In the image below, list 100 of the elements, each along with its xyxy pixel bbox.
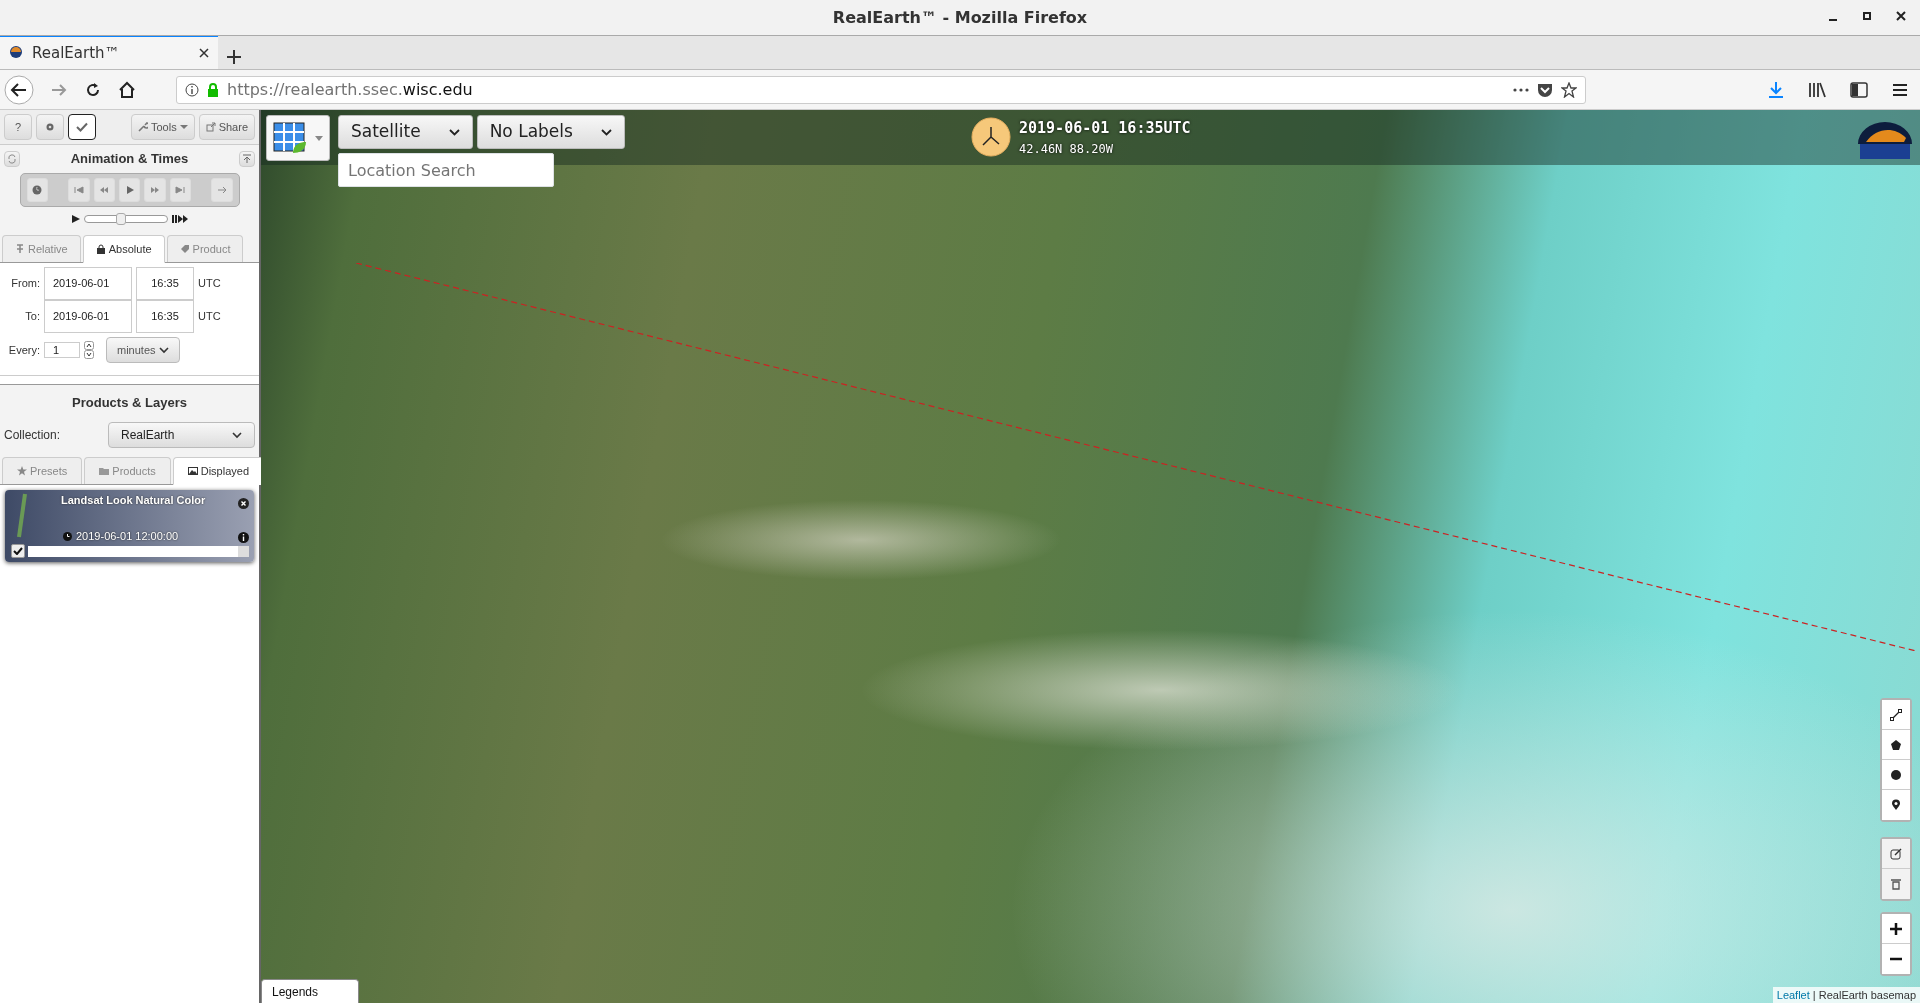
toolbar-toggle-button[interactable]: [68, 114, 96, 140]
grid-icon: [273, 122, 307, 154]
layer-picker-button[interactable]: [266, 115, 330, 161]
lock-icon: [207, 82, 219, 97]
map-datetime: 2019-06-01 16:35UTC: [1019, 118, 1191, 139]
caret-icon: [315, 135, 323, 141]
circle-icon: [1890, 768, 1902, 781]
labels-dropdown[interactable]: No Labels: [476, 115, 625, 149]
interval-field[interactable]: 1: [44, 342, 80, 358]
basemap-dropdown[interactable]: Satellite: [338, 115, 473, 149]
chevron-down-icon: [600, 128, 612, 136]
legends-tab[interactable]: Legends: [261, 979, 359, 1003]
marker-icon: [1890, 799, 1902, 811]
layer-card[interactable]: Landsat Look Natural Color 2019-06-01 12:00:00: [5, 490, 254, 562]
play-icon: [124, 184, 135, 195]
new-tab-icon[interactable]: [226, 49, 242, 65]
menu-icon[interactable]: [1892, 81, 1908, 98]
toolbar-toggle-button[interactable]: ?: [4, 114, 32, 140]
field-label: Collection:: [4, 426, 62, 444]
layer-name: Landsat Look Natural Color: [61, 493, 206, 508]
tab[interactable]: Absolute: [82, 234, 165, 263]
location-search-field[interactable]: Location Search: [338, 153, 554, 187]
chevron-down-icon: [232, 430, 242, 439]
plus-icon: [1889, 921, 1903, 936]
tag-icon: [179, 243, 190, 254]
folder-icon: [99, 465, 110, 476]
rewind-button[interactable]: [93, 177, 115, 202]
clock-button[interactable]: [26, 177, 48, 202]
layer-thumbnail: [15, 493, 29, 539]
address-bar[interactable]: https://realearth.ssec.wisc.edu: [176, 75, 1586, 104]
sidebar-icon[interactable]: [1850, 81, 1868, 98]
map-coordinates: 42.46N 88.20W: [1019, 140, 1114, 158]
edit-button[interactable]: [1882, 839, 1910, 869]
trash-button[interactable]: [1882, 869, 1910, 899]
zoom-in-button[interactable]: [1882, 914, 1910, 944]
fast-forward-icon: [149, 184, 160, 195]
field-label: Every:: [7, 342, 40, 358]
back-icon[interactable]: [4, 74, 34, 105]
sync-icon: [7, 153, 17, 164]
layer-checkbox[interactable]: [11, 544, 25, 558]
arrow-right-icon: [216, 184, 227, 195]
window-title: RealEarth™ - Mozilla Firefox: [832, 6, 1088, 29]
download-icon[interactable]: [1768, 80, 1784, 99]
star-icon[interactable]: [1561, 81, 1577, 98]
tools-button[interactable]: Tools: [130, 114, 195, 140]
chevron-down-icon: [158, 346, 169, 354]
browser-tab[interactable]: RealEarth™: [0, 35, 218, 69]
share-button[interactable]: Share: [198, 114, 255, 140]
clock-icon: [63, 531, 72, 541]
library-icon[interactable]: [1808, 81, 1826, 98]
slider-thumb[interactable]: [116, 212, 127, 225]
pin-icon: [15, 243, 25, 254]
chevron-down-icon: [448, 128, 460, 136]
unit-dropdown[interactable]: minutes: [106, 337, 180, 363]
caret-icon: [179, 124, 188, 130]
skip-start-icon: [73, 184, 84, 195]
collection-dropdown[interactable]: RealEarth: [108, 421, 255, 448]
time-field[interactable]: 16:35: [136, 300, 194, 333]
info-icon[interactable]: [238, 531, 249, 543]
line-button[interactable]: [1882, 700, 1910, 730]
speed-slider[interactable]: [83, 214, 168, 223]
globe-logo-icon: [8, 45, 24, 61]
collapse-icon: [242, 153, 252, 164]
stepper-icon[interactable]: [84, 341, 94, 359]
skip-end-icon: [175, 184, 186, 195]
leaflet-link[interactable]: Leaflet: [1776, 988, 1810, 1001]
lock-icon: [95, 243, 106, 254]
check-icon: [76, 122, 88, 132]
section-title: Animation & Times: [69, 150, 190, 168]
attribution-text: | RealEarth basemap: [1812, 988, 1916, 1001]
play-button[interactable]: [118, 177, 141, 202]
pentagon-icon: [1890, 738, 1902, 751]
external-link-icon: [205, 122, 216, 132]
image-icon: [187, 465, 198, 476]
maximize-icon[interactable]: [1862, 10, 1872, 22]
field-label: From:: [10, 276, 40, 292]
reload-icon[interactable]: [84, 80, 102, 99]
edit-icon: [1890, 847, 1902, 860]
pocket-icon[interactable]: [1537, 81, 1553, 98]
rewind-icon: [99, 184, 110, 195]
clock-face-icon: [971, 117, 1011, 158]
wrench-icon: [137, 122, 148, 132]
home-icon[interactable]: [118, 80, 136, 99]
close-icon[interactable]: [198, 47, 210, 59]
skip-end-button[interactable]: [169, 177, 191, 202]
star-icon: [17, 465, 27, 476]
fast-forward-button[interactable]: [144, 177, 166, 202]
date-field[interactable]: 2019-06-01: [44, 267, 132, 300]
slow-icon: [71, 214, 80, 223]
date-field[interactable]: 2019-06-01: [44, 300, 132, 333]
skip-start-button[interactable]: [68, 177, 90, 202]
close-icon[interactable]: [238, 497, 249, 509]
line-icon: [1890, 708, 1902, 721]
gear-icon: [45, 122, 55, 132]
timezone-label: UTC: [198, 309, 221, 325]
collapse-button[interactable]: [239, 150, 255, 167]
section-title: Products & Layers: [71, 394, 188, 412]
time-field[interactable]: 16:35: [136, 267, 194, 300]
clock-icon: [32, 184, 43, 195]
close-icon[interactable]: [1896, 10, 1906, 22]
